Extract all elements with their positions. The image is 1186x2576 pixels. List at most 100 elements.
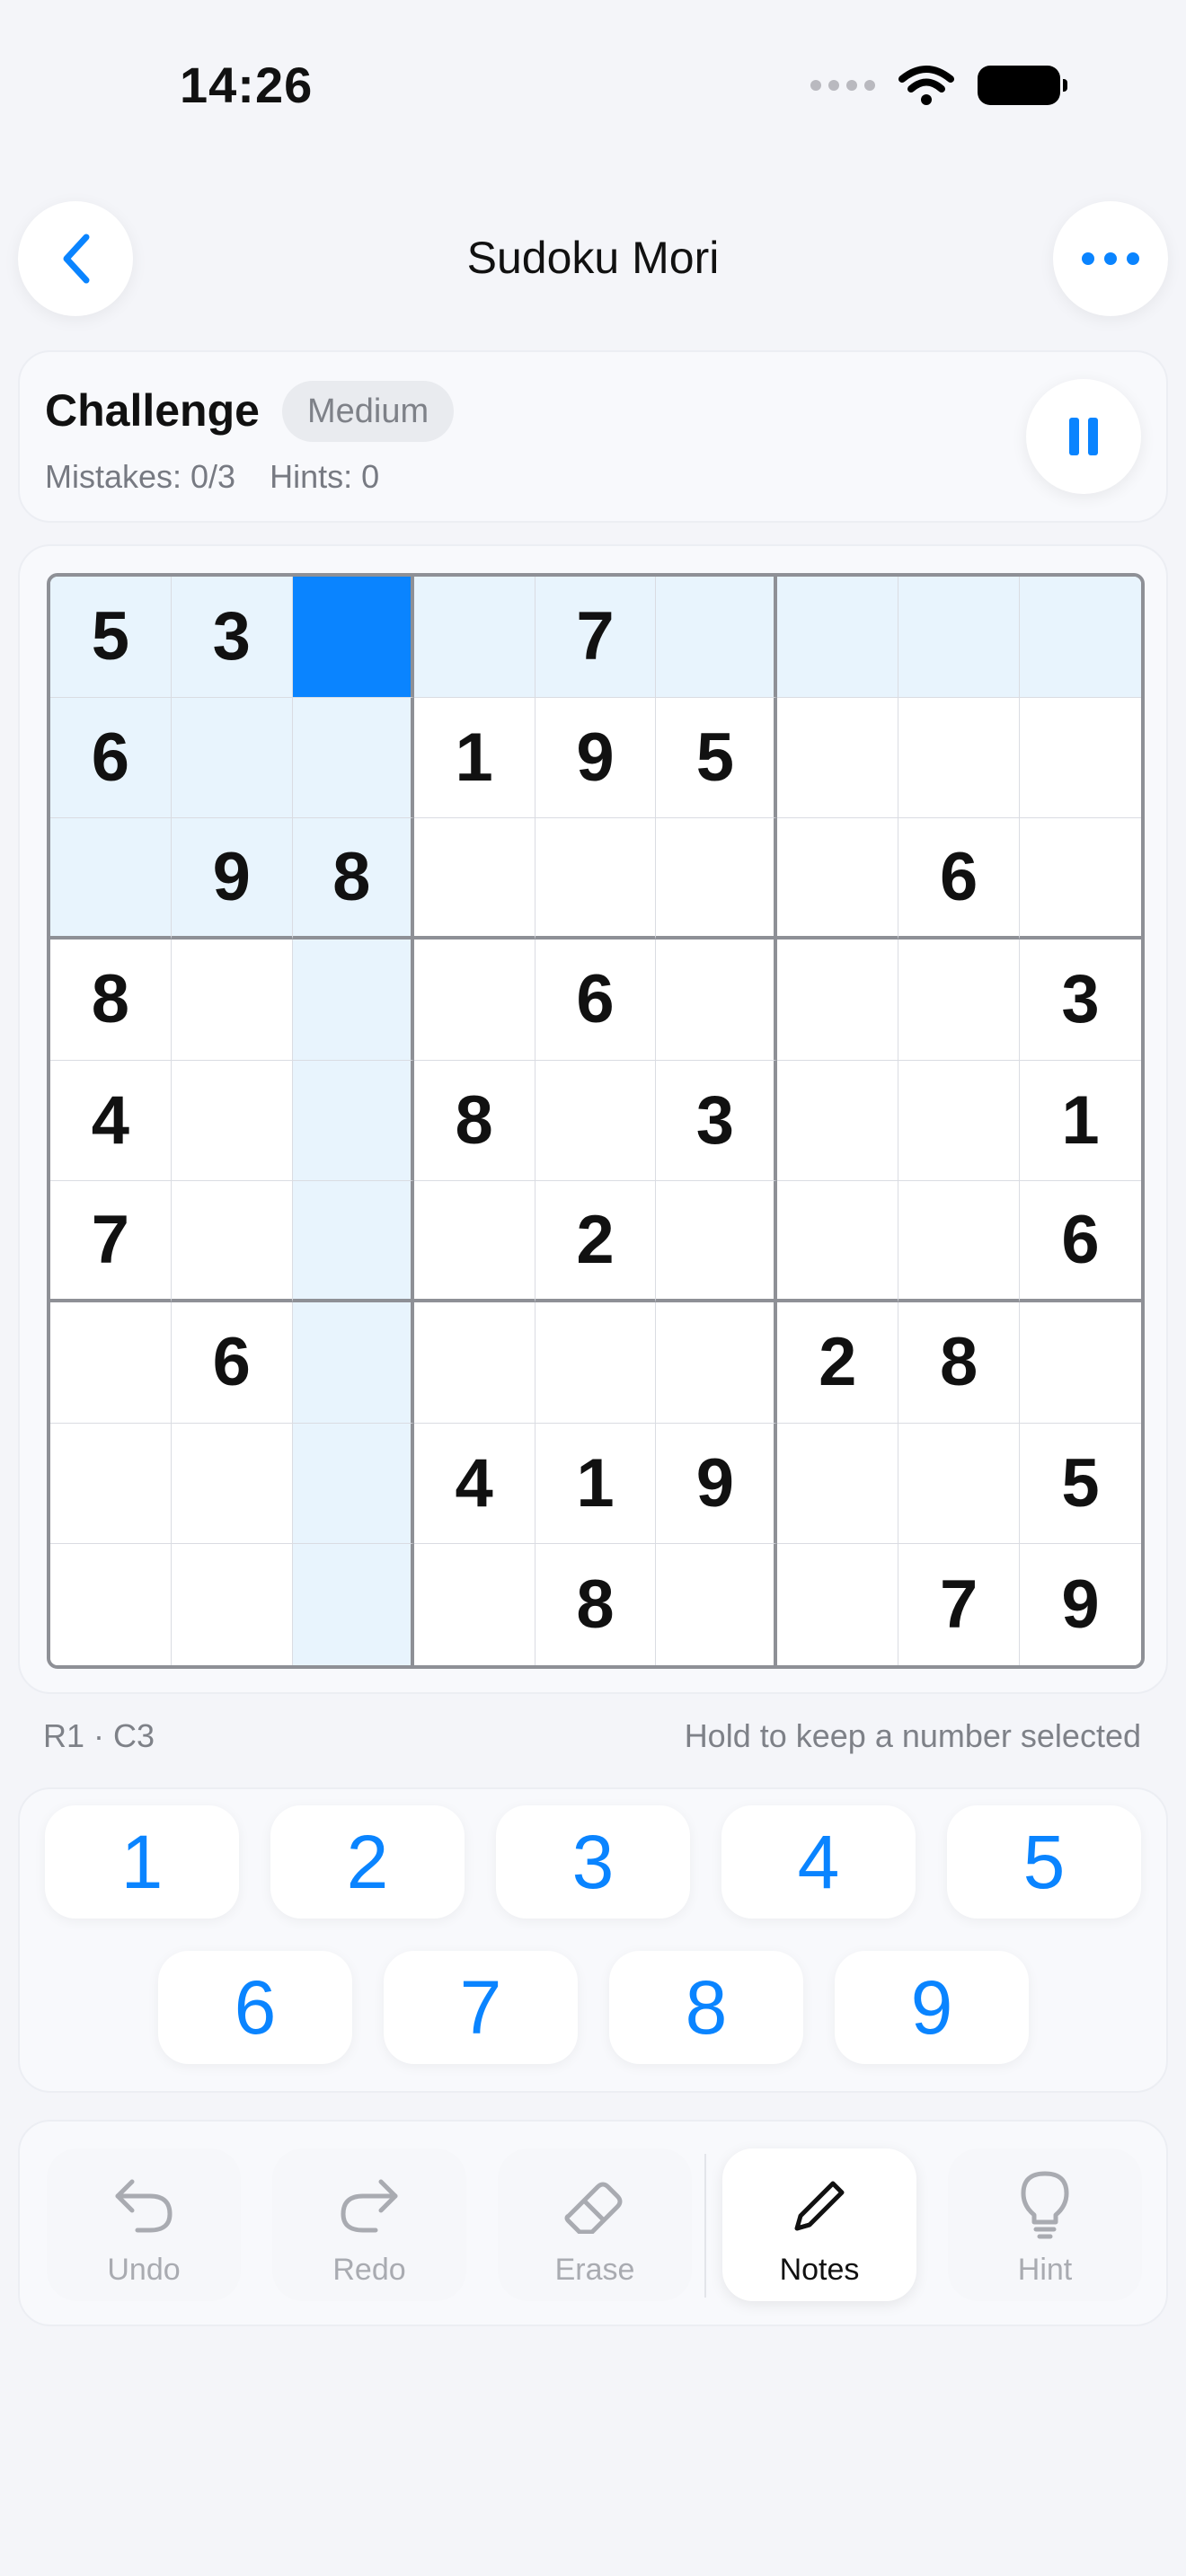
board-cell-r9c8[interactable]: 7 [898, 1544, 1021, 1665]
board-cell-r5c1[interactable]: 4 [50, 1060, 172, 1182]
number-button-1[interactable]: 1 [45, 1805, 239, 1919]
board-cell-r7c7[interactable]: 2 [777, 1302, 899, 1424]
more-button[interactable] [1053, 201, 1168, 316]
board-cell-r6c3[interactable] [292, 1181, 414, 1302]
board-cell-r3c1[interactable] [50, 818, 172, 940]
number-button-4[interactable]: 4 [721, 1805, 916, 1919]
board-cell-r4c6[interactable] [656, 940, 778, 1061]
board-cell-r2c8[interactable] [898, 697, 1021, 819]
board-cell-r7c9[interactable] [1020, 1302, 1141, 1424]
board-cell-r6c2[interactable] [171, 1181, 293, 1302]
board-cell-r2c7[interactable] [777, 697, 899, 819]
board-cell-r2c3[interactable] [292, 697, 414, 819]
board-cell-r4c4[interactable] [413, 940, 535, 1061]
number-button-5[interactable]: 5 [947, 1805, 1141, 1919]
board-cell-r3c4[interactable] [413, 818, 535, 940]
board-cell-r5c8[interactable] [898, 1060, 1021, 1182]
board-cell-r8c1[interactable] [50, 1423, 172, 1545]
board-cell-r1c2[interactable]: 3 [171, 577, 293, 698]
board-cell-r9c3[interactable] [292, 1544, 414, 1665]
board-cell-r7c3[interactable] [292, 1302, 414, 1424]
board-cell-r3c3[interactable]: 8 [292, 818, 414, 940]
notes-button[interactable]: Notes [722, 2148, 916, 2301]
board-cell-r8c4[interactable]: 4 [413, 1423, 535, 1545]
board-cell-r2c2[interactable] [171, 697, 293, 819]
board-cell-r4c9[interactable]: 3 [1020, 940, 1141, 1061]
board-cell-r9c7[interactable] [777, 1544, 899, 1665]
board-cell-r4c2[interactable] [171, 940, 293, 1061]
board-cell-r7c2[interactable]: 6 [171, 1302, 293, 1424]
board-cell-r7c6[interactable] [656, 1302, 778, 1424]
number-button-3[interactable]: 3 [496, 1805, 690, 1919]
board-cell-r9c4[interactable] [413, 1544, 535, 1665]
board-cell-r6c9[interactable]: 6 [1020, 1181, 1141, 1302]
redo-button[interactable]: Redo [272, 2148, 466, 2301]
board-cell-r7c5[interactable] [535, 1302, 657, 1424]
board-cell-r8c8[interactable] [898, 1423, 1021, 1545]
undo-button[interactable]: Undo [47, 2148, 241, 2301]
board-cell-r8c5[interactable]: 1 [535, 1423, 657, 1545]
difficulty-badge: Medium [282, 381, 455, 442]
board-cell-r7c4[interactable] [413, 1302, 535, 1424]
board-cell-r3c8[interactable]: 6 [898, 818, 1021, 940]
notes-label: Notes [779, 2253, 860, 2287]
board-cell-r1c8[interactable] [898, 577, 1021, 698]
board-cell-r5c4[interactable]: 8 [413, 1060, 535, 1182]
board-cell-r4c7[interactable] [777, 940, 899, 1061]
board-cell-r8c9[interactable]: 5 [1020, 1423, 1141, 1545]
board-cell-r8c7[interactable] [777, 1423, 899, 1545]
board-cell-r9c6[interactable] [656, 1544, 778, 1665]
board-cell-r2c5[interactable]: 9 [535, 697, 657, 819]
board-cell-r6c5[interactable]: 2 [535, 1181, 657, 1302]
board-cell-r9c2[interactable] [171, 1544, 293, 1665]
board-cell-r3c7[interactable] [777, 818, 899, 940]
board-cell-r8c6[interactable]: 9 [656, 1423, 778, 1545]
board-cell-r1c9[interactable] [1020, 577, 1141, 698]
hint-button[interactable]: Hint [948, 2148, 1142, 2301]
number-button-8[interactable]: 8 [609, 1951, 803, 2064]
board-cell-r1c1[interactable]: 5 [50, 577, 172, 698]
board-cell-r2c1[interactable]: 6 [50, 697, 172, 819]
tools-divider [704, 2154, 706, 2298]
board-cell-r7c1[interactable] [50, 1302, 172, 1424]
board-cell-r1c4[interactable] [413, 577, 535, 698]
board-cell-r8c2[interactable] [171, 1423, 293, 1545]
board-cell-r4c1[interactable]: 8 [50, 940, 172, 1061]
board-cell-r6c4[interactable] [413, 1181, 535, 1302]
board-cell-r3c2[interactable]: 9 [171, 818, 293, 940]
erase-button[interactable]: Erase [498, 2148, 692, 2301]
number-button-7[interactable]: 7 [384, 1951, 578, 2064]
board-cell-r2c6[interactable]: 5 [656, 697, 778, 819]
board-cell-r5c6[interactable]: 3 [656, 1060, 778, 1182]
board-cell-r6c8[interactable] [898, 1181, 1021, 1302]
board-cell-r1c3[interactable] [292, 577, 414, 698]
board-cell-r4c8[interactable] [898, 940, 1021, 1061]
board-cell-r3c5[interactable] [535, 818, 657, 940]
board-cell-r1c6[interactable] [656, 577, 778, 698]
board-cell-r7c8[interactable]: 8 [898, 1302, 1021, 1424]
board-cell-r2c9[interactable] [1020, 697, 1141, 819]
board-cell-r2c4[interactable]: 1 [413, 697, 535, 819]
board-cell-r3c6[interactable] [656, 818, 778, 940]
board-cell-r9c1[interactable] [50, 1544, 172, 1665]
number-button-9[interactable]: 9 [835, 1951, 1029, 2064]
board-cell-r4c5[interactable]: 6 [535, 940, 657, 1061]
number-button-2[interactable]: 2 [270, 1805, 465, 1919]
board-cell-r9c5[interactable]: 8 [535, 1544, 657, 1665]
board-cell-r1c5[interactable]: 7 [535, 577, 657, 698]
board-cell-r6c7[interactable] [777, 1181, 899, 1302]
board-cell-r5c2[interactable] [171, 1060, 293, 1182]
board-cell-r6c1[interactable]: 7 [50, 1181, 172, 1302]
pause-button[interactable] [1026, 379, 1141, 494]
board-cell-r1c7[interactable] [777, 577, 899, 698]
number-button-6[interactable]: 6 [158, 1951, 352, 2064]
board-cell-r6c6[interactable] [656, 1181, 778, 1302]
board-cell-r3c9[interactable] [1020, 818, 1141, 940]
board-cell-r4c3[interactable] [292, 940, 414, 1061]
board-cell-r5c9[interactable]: 1 [1020, 1060, 1141, 1182]
board-cell-r5c3[interactable] [292, 1060, 414, 1182]
board-cell-r5c7[interactable] [777, 1060, 899, 1182]
board-cell-r8c3[interactable] [292, 1423, 414, 1545]
board-cell-r9c9[interactable]: 9 [1020, 1544, 1141, 1665]
board-cell-r5c5[interactable] [535, 1060, 657, 1182]
